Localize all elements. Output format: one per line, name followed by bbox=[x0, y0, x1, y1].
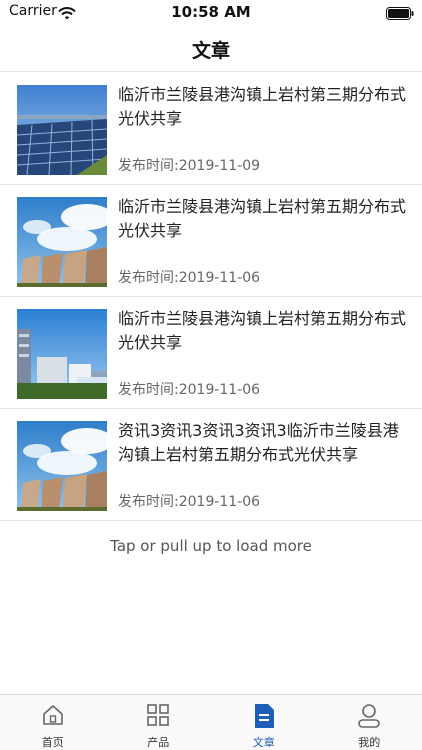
page-title: 文章 bbox=[191, 40, 230, 62]
tab-home[interactable]: 首页 bbox=[0, 695, 106, 750]
article-item[interactable]: 临沂市兰陵县港沟镇上岩村第五期分布式光伏共享 发布时间:2019-11-06 bbox=[0, 185, 422, 297]
tab-bar: 首页 产品 文章 我的 bbox=[0, 694, 422, 750]
grid-icon bbox=[146, 703, 170, 731]
article-date: 发布时间:2019-11-06 bbox=[118, 270, 261, 286]
article-item[interactable]: 资讯3资讯3资讯3资讯3临沂市兰陵县港沟镇上岩村第五期分布式光伏共享 发布时间:… bbox=[0, 409, 422, 521]
article-date: 发布时间:2019-11-06 bbox=[118, 494, 261, 510]
article-date: 发布时间:2019-11-06 bbox=[118, 382, 261, 398]
tab-products[interactable]: 产品 bbox=[106, 695, 212, 750]
document-icon bbox=[253, 703, 275, 733]
tab-articles[interactable]: 文章 bbox=[211, 695, 317, 750]
battery-icon bbox=[386, 5, 414, 24]
tab-profile[interactable]: 我的 bbox=[317, 695, 422, 750]
user-icon bbox=[357, 703, 381, 733]
status-bar: Carrier 10:58 AM bbox=[0, 0, 422, 24]
load-more-button[interactable]: Tap or pull up to load more bbox=[0, 537, 422, 555]
tab-label: 文章 bbox=[252, 736, 275, 749]
article-thumbnail-solar-panels bbox=[17, 85, 107, 175]
article-title: 临沂市兰陵县港沟镇上岩村第五期分布式光伏共享 bbox=[118, 197, 407, 240]
article-thumbnail-cooling-towers bbox=[17, 197, 107, 287]
tab-label: 产品 bbox=[147, 736, 170, 749]
tab-label: 首页 bbox=[41, 736, 64, 749]
home-icon bbox=[41, 703, 65, 731]
article-title: 临沂市兰陵县港沟镇上岩村第三期分布式光伏共享 bbox=[118, 85, 407, 128]
article-title: 资讯3资讯3资讯3资讯3临沂市兰陵县港沟镇上岩村第五期分布式光伏共享 bbox=[118, 421, 399, 464]
clock: 10:58 AM bbox=[171, 3, 251, 21]
article-date: 发布时间:2019-11-09 bbox=[118, 158, 261, 174]
article-thumbnail-cooling-towers bbox=[17, 421, 107, 511]
article-list[interactable]: 临沂市兰陵县港沟镇上岩村第三期分布式光伏共享 发布时间:2019-11-09 临… bbox=[0, 73, 422, 521]
article-item[interactable]: 临沂市兰陵县港沟镇上岩村第五期分布式光伏共享 发布时间:2019-11-06 bbox=[0, 297, 422, 409]
tab-label: 我的 bbox=[358, 736, 381, 749]
article-item[interactable]: 临沂市兰陵县港沟镇上岩村第三期分布式光伏共享 发布时间:2019-11-09 bbox=[0, 73, 422, 185]
article-title: 临沂市兰陵县港沟镇上岩村第五期分布式光伏共享 bbox=[118, 309, 407, 352]
article-thumbnail-city-buildings bbox=[17, 309, 107, 399]
navigation-bar: 文章 bbox=[0, 24, 422, 72]
